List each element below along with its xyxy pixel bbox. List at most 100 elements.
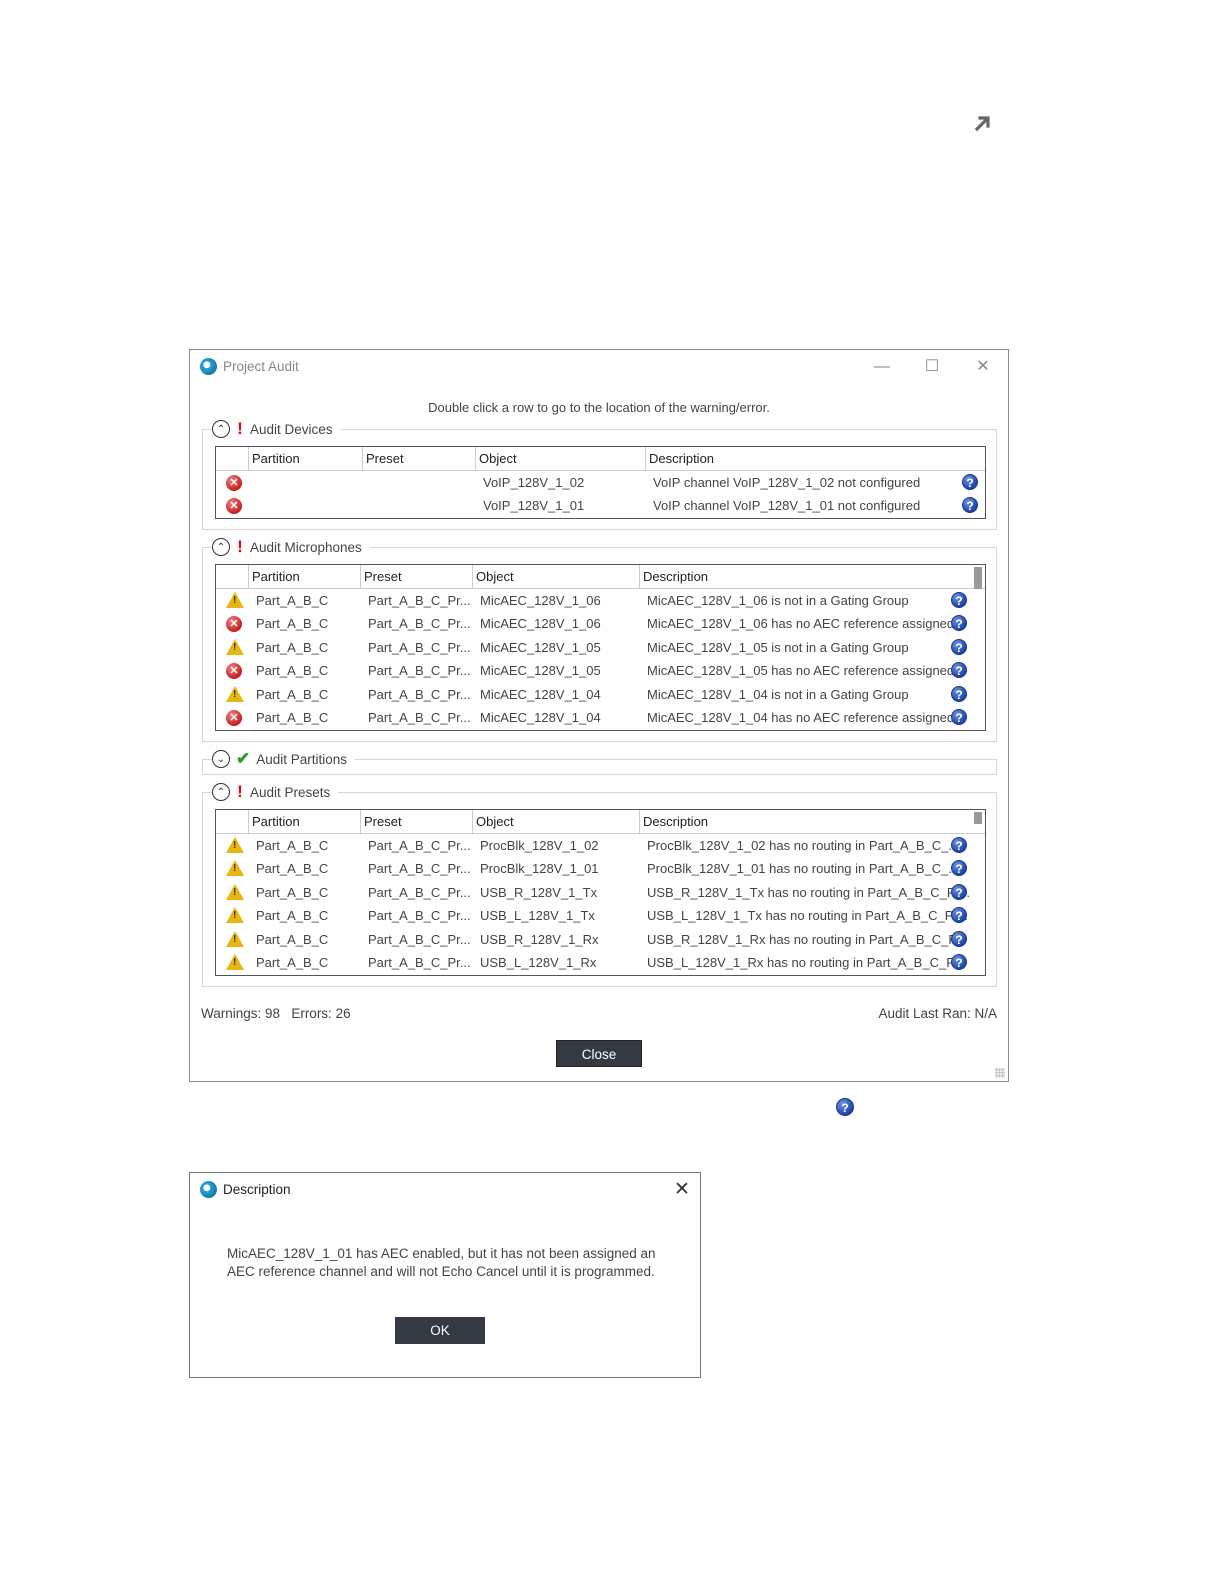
table-row[interactable]: ✕ VoIP_128V_1_02 VoIP channel VoIP_128V_1_… — [216, 471, 985, 494]
row-help[interactable]: ? — [951, 907, 967, 924]
table-row[interactable]: Part_A_B_C Part_A_B_C_Pr... USB_R_128V_1_T… — [216, 881, 985, 904]
help-icon[interactable]: ? — [951, 883, 967, 900]
column-preset[interactable]: Preset — [364, 569, 402, 584]
microphones-grid[interactable]: Partition Preset Object Description Part… — [215, 564, 986, 731]
help-icon[interactable]: ? — [951, 953, 967, 970]
help-icon[interactable]: ? — [951, 907, 967, 924]
row-status: ✕ — [226, 497, 242, 515]
row-help[interactable]: ? — [951, 615, 967, 632]
cell-partition: Part_A_B_C — [256, 838, 329, 853]
table-row[interactable]: Part_A_B_C Part_A_B_C_Pr... MicAEC_128V_1_… — [216, 636, 985, 659]
close-button[interactable]: Close — [556, 1040, 642, 1067]
expand-arrow-icon[interactable] — [972, 112, 994, 134]
table-row[interactable]: Part_A_B_C Part_A_B_C_Pr... ProcBlk_128V_1… — [216, 834, 985, 857]
row-status — [226, 592, 244, 611]
dialog-message: MicAEC_128V_1_01 has AEC enabled, but it… — [227, 1246, 656, 1279]
help-icon[interactable]: ? — [951, 708, 967, 725]
expand-toggle-icon[interactable]: ⌄ — [212, 750, 230, 768]
ok-button[interactable]: OK — [395, 1317, 485, 1344]
error-icon: ✕ — [226, 475, 242, 491]
collapse-toggle-icon[interactable]: ⌃ — [212, 420, 230, 438]
row-help[interactable]: ? — [951, 883, 967, 900]
table-row[interactable]: Part_A_B_C Part_A_B_C_Pr... MicAEC_128V_1_… — [216, 683, 985, 706]
minimize-button[interactable]: — — [870, 356, 894, 378]
row-help[interactable]: ? — [951, 860, 967, 877]
column-object[interactable]: Object — [479, 451, 517, 466]
cell-object: USB_L_128V_1_Rx — [480, 954, 597, 970]
help-icon[interactable]: ? — [951, 615, 967, 632]
row-status — [226, 930, 244, 950]
cell-description: MicAEC_128V_1_05 has no AEC reference as… — [647, 663, 955, 679]
warning-icon — [226, 953, 244, 970]
column-description[interactable]: Description — [643, 569, 708, 584]
table-row[interactable]: Part_A_B_C Part_A_B_C_Pr... ProcBlk_128V_1… — [216, 857, 985, 880]
scrollbar-thumb[interactable] — [974, 812, 982, 824]
errors-count: Errors: 26 — [291, 1006, 351, 1021]
column-partition[interactable]: Partition — [252, 451, 300, 466]
help-icon[interactable]: ? — [951, 685, 967, 702]
maximize-button[interactable]: ☐ — [920, 356, 944, 378]
table-row[interactable]: Part_A_B_C Part_A_B_C_Pr... USB_L_128V_1_T… — [216, 904, 985, 927]
help-icon[interactable]: ? — [951, 638, 967, 655]
help-icon[interactable]: ? — [951, 662, 967, 679]
cell-object: MicAEC_128V_1_05 — [480, 663, 601, 679]
cell-description: MicAEC_128V_1_05 is not in a Gating Grou… — [647, 639, 909, 655]
scrollbar-thumb[interactable] — [974, 567, 982, 589]
title-bar: Project Audit — ☐ ✕ — [190, 350, 1008, 384]
row-help[interactable]: ? — [962, 474, 978, 490]
devices-rows: ✕ VoIP_128V_1_02 VoIP channel VoIP_128V_1_… — [216, 471, 985, 518]
section-label: Audit Presets — [250, 784, 331, 800]
cell-object: VoIP_128V_1_02 — [483, 475, 585, 490]
help-icon[interactable]: ? — [962, 474, 978, 490]
row-status: ✕ — [226, 709, 242, 726]
cell-description: VoIP channel VoIP_128V_1_01 not configur… — [653, 498, 921, 514]
error-icon: ✕ — [226, 616, 242, 633]
dialog-close-button[interactable]: ✕ — [672, 1178, 692, 1201]
cell-object: MicAEC_128V_1_06 — [480, 593, 601, 608]
column-object[interactable]: Object — [476, 569, 514, 584]
cell-object: USB_L_128V_1_Tx — [480, 908, 595, 924]
table-row[interactable]: ✕ Part_A_B_C Part_A_B_C_Pr... MicAEC_128V_1… — [216, 612, 985, 635]
resize-grip[interactable] — [995, 1068, 1005, 1078]
collapse-toggle-icon[interactable]: ⌃ — [212, 783, 230, 801]
help-icon[interactable]: ? — [951, 592, 967, 608]
column-description[interactable]: Description — [649, 451, 714, 466]
cell-preset: Part_A_B_C_Pr... — [368, 884, 471, 900]
warning-icon — [226, 638, 244, 655]
row-help[interactable]: ? — [951, 930, 967, 947]
row-status: ✕ — [226, 615, 242, 633]
devices-grid[interactable]: Partition Preset Object Description ✕ VoI… — [215, 446, 986, 519]
cell-preset: Part_A_B_C_Pr... — [368, 686, 471, 702]
help-icon[interactable]: ? — [951, 860, 967, 877]
column-preset[interactable]: Preset — [364, 814, 402, 829]
table-row[interactable]: Part_A_B_C Part_A_B_C_Pr... USB_R_128V_1_R… — [216, 928, 985, 951]
row-help[interactable]: ? — [951, 592, 967, 608]
row-help[interactable]: ? — [962, 497, 978, 514]
presets-grid[interactable]: Partition Preset Object Description Part… — [215, 809, 986, 976]
table-row[interactable]: ✕ VoIP_128V_1_01 VoIP channel VoIP_128V_1_… — [216, 494, 985, 517]
row-help[interactable]: ? — [951, 837, 967, 853]
cell-preset: Part_A_B_C_Pr... — [368, 663, 471, 679]
help-icon[interactable]: ? — [962, 497, 978, 514]
column-description[interactable]: Description — [643, 814, 708, 829]
help-icon[interactable]: ? — [951, 837, 967, 853]
table-row[interactable]: Part_A_B_C Part_A_B_C_Pr... USB_L_128V_1_R… — [216, 951, 985, 974]
column-object[interactable]: Object — [476, 814, 514, 829]
row-help[interactable]: ? — [951, 708, 967, 725]
checkmark-icon: ✔ — [236, 749, 251, 768]
table-row[interactable]: ✕ Part_A_B_C Part_A_B_C_Pr... MicAEC_128V_1… — [216, 659, 985, 682]
help-icon: ? — [836, 1098, 854, 1116]
column-partition[interactable]: Partition — [252, 814, 300, 829]
row-help[interactable]: ? — [951, 953, 967, 970]
row-help[interactable]: ? — [951, 685, 967, 702]
close-window-button[interactable]: ✕ — [971, 356, 995, 378]
help-icon[interactable]: ? — [951, 930, 967, 947]
collapse-toggle-icon[interactable]: ⌃ — [212, 538, 230, 556]
row-help[interactable]: ? — [951, 662, 967, 679]
table-row[interactable]: Part_A_B_C Part_A_B_C_Pr... MicAEC_128V_1_… — [216, 589, 985, 612]
column-preset[interactable]: Preset — [366, 451, 404, 466]
row-help[interactable]: ? — [951, 638, 967, 655]
grid-header: Partition Preset Object Description — [216, 810, 985, 834]
table-row[interactable]: ✕ Part_A_B_C Part_A_B_C_Pr... MicAEC_128V_1… — [216, 706, 985, 729]
column-partition[interactable]: Partition — [252, 569, 300, 584]
